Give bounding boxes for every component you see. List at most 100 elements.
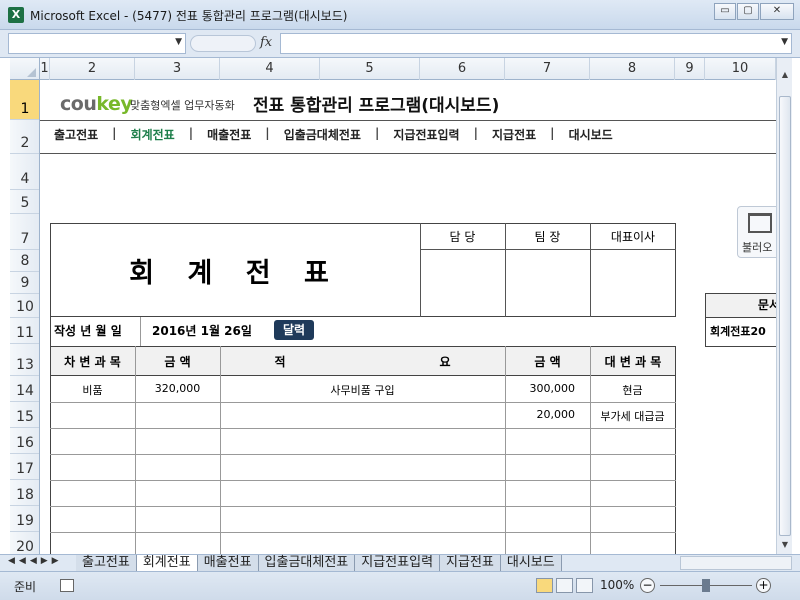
row-header[interactable]: 13	[10, 344, 39, 376]
window-controls: ▭ ▢ ✕	[713, 3, 794, 20]
nav-item-accounting[interactable]: 회계전표	[117, 126, 189, 148]
page-layout-icon[interactable]	[556, 578, 573, 593]
worksheet[interactable]: coukey 맞춤형엑셀 업무자동화 전표 통합관리 프로그램(대시보드) 출고…	[40, 80, 776, 554]
zoom-slider-thumb[interactable]	[702, 579, 710, 592]
column-header[interactable]: 4	[220, 58, 320, 80]
tab-navigation-icons[interactable]: ◀◀◀▶▶	[8, 556, 63, 566]
line1-debit-amount[interactable]: 320,000	[135, 382, 220, 395]
zoom-out-icon[interactable]: −	[640, 578, 655, 593]
line2-credit-account[interactable]: 부가세 대급금	[590, 408, 675, 424]
row-header[interactable]: 5	[10, 190, 39, 214]
tab-payment-input[interactable]: 지급전표입력	[355, 555, 441, 572]
col-credit-account: 대 변 과 목	[604, 355, 662, 369]
column-header[interactable]: 6	[420, 58, 505, 80]
col-debit-amount: 금 액	[164, 355, 191, 369]
scroll-thumb[interactable]	[779, 96, 791, 536]
nav-item-payment-input[interactable]: 지급전표입력	[379, 126, 473, 148]
row-headers: 1 2 4 5 7 8 9 10 11 13 14 15 16 17 18 19…	[10, 80, 40, 554]
column-header[interactable]: 5	[320, 58, 420, 80]
vertical-scrollbar[interactable]: ▲ ▼	[776, 58, 792, 554]
column-header[interactable]: 3	[135, 58, 220, 80]
line2-credit-amount[interactable]: 20,000	[505, 408, 576, 421]
line1-credit-account[interactable]: 현금	[590, 382, 675, 398]
row-header[interactable]: 1	[10, 80, 39, 120]
row-header[interactable]: 15	[10, 402, 39, 428]
macro-record-icon[interactable]	[60, 579, 74, 592]
tab-outgoing[interactable]: 출고전표	[76, 555, 137, 572]
row-header[interactable]: 2	[10, 120, 39, 154]
column-headers: 1 2 3 4 5 6 7 8 9 10	[10, 58, 776, 80]
zoom-level[interactable]: 100%	[600, 578, 634, 592]
row-header[interactable]: 17	[10, 454, 39, 480]
row-header[interactable]: 18	[10, 480, 39, 506]
document-value[interactable]: 회계전표20	[710, 323, 766, 339]
column-header[interactable]: 7	[505, 58, 590, 80]
row-header[interactable]: 14	[10, 376, 39, 402]
page-break-preview-icon[interactable]	[576, 578, 593, 593]
line1-credit-amount[interactable]: 300,000	[505, 382, 576, 395]
folder-download-icon	[748, 213, 772, 233]
close-button[interactable]: ✕	[760, 3, 794, 20]
date-label: 작성 년 월 일	[54, 324, 122, 338]
line1-debit-account[interactable]: 비품	[50, 382, 135, 398]
column-header[interactable]: 9	[675, 58, 705, 80]
scroll-up-icon[interactable]: ▲	[779, 68, 791, 82]
row-header[interactable]: 11	[10, 318, 39, 344]
brand-subtitle: 맞춤형엑셀 업무자동화	[130, 99, 235, 112]
nav-item-transfer[interactable]: 입출금대체전표	[270, 126, 375, 148]
formula-bar-handle[interactable]	[190, 35, 256, 52]
nav-item-payment[interactable]: 지급전표	[478, 126, 550, 148]
row-header[interactable]: 9	[10, 272, 39, 294]
divider	[590, 346, 591, 554]
expand-formula-icon[interactable]: ▼	[781, 37, 788, 47]
load-button[interactable]: 불러오	[737, 206, 776, 258]
sheet-tabs: 출고전표 회계전표 매출전표 입출금대체전표 지급전표입력 지급전표 대시보드	[76, 555, 562, 572]
nav-item-outgoing[interactable]: 출고전표	[40, 126, 112, 148]
tab-sales[interactable]: 매출전표	[197, 555, 259, 572]
horizontal-scrollbar[interactable]	[680, 556, 792, 570]
name-box[interactable]: ▼	[8, 33, 186, 54]
minimize-button[interactable]: ▭	[714, 3, 736, 20]
divider	[135, 346, 136, 554]
divider	[40, 120, 776, 121]
tab-transfer[interactable]: 입출금대체전표	[258, 555, 356, 572]
sign-box[interactable]	[420, 249, 421, 317]
nav-item-sales[interactable]: 매출전표	[193, 126, 265, 148]
approval-manager: 담 당	[449, 230, 476, 244]
restore-button[interactable]: ▢	[737, 3, 759, 20]
line1-summary[interactable]: 사무비품 구입	[220, 382, 505, 398]
formula-bar: ▼ fx ▼	[0, 30, 800, 58]
divider	[50, 317, 51, 346]
nav-item-dashboard[interactable]: 대시보드	[555, 126, 627, 148]
zoom-in-icon[interactable]: +	[756, 578, 771, 593]
tab-payment[interactable]: 지급전표	[440, 555, 501, 572]
scroll-down-icon[interactable]: ▼	[779, 538, 791, 552]
document-header: 문서	[706, 294, 776, 318]
column-header[interactable]: 2	[50, 58, 135, 80]
row-header[interactable]: 4	[10, 154, 39, 190]
brand-logo: coukey	[60, 93, 133, 115]
tab-accounting[interactable]: 회계전표	[136, 555, 198, 572]
row-header[interactable]: 8	[10, 250, 39, 272]
divider	[50, 454, 676, 455]
formula-input[interactable]: ▼	[280, 33, 792, 54]
row-header[interactable]: 19	[10, 506, 39, 532]
tab-dashboard[interactable]: 대시보드	[500, 555, 562, 572]
row-header[interactable]: 16	[10, 428, 39, 454]
chevron-down-icon[interactable]: ▼	[175, 37, 182, 47]
document-box: 문서 회계전표20	[705, 293, 776, 347]
row-header[interactable]: 20	[10, 532, 39, 554]
calendar-button[interactable]: 달력	[274, 320, 314, 340]
row-header[interactable]: 7	[10, 214, 39, 250]
date-value[interactable]: 2016년 1월 26일	[152, 322, 252, 339]
column-header[interactable]: 1	[40, 58, 50, 80]
insert-function-icon[interactable]: fx	[260, 35, 272, 50]
column-header[interactable]: 8	[590, 58, 675, 80]
column-header[interactable]: 10	[705, 58, 776, 80]
voucher-title: 회 계 전 표	[129, 257, 341, 289]
normal-view-icon[interactable]	[536, 578, 553, 593]
select-all-corner[interactable]	[10, 58, 40, 80]
excel-icon[interactable]: X	[8, 7, 24, 23]
row-header[interactable]: 10	[10, 294, 39, 318]
divider	[50, 428, 676, 429]
